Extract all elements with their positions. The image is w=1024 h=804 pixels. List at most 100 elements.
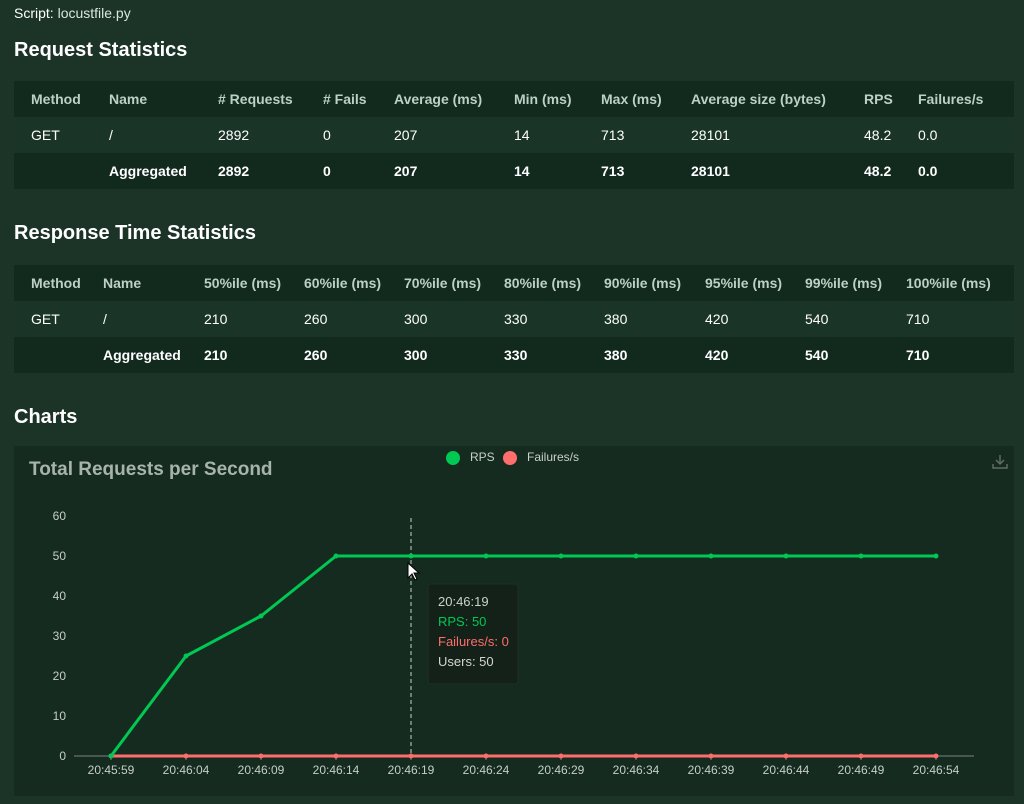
col-header-avg-size[interactable]: Average size (bytes) xyxy=(674,81,847,117)
table-cell xyxy=(14,153,92,189)
col-header-name[interactable]: Name xyxy=(92,81,201,117)
x-tick-label: 20:46:24 xyxy=(463,763,510,777)
x-tick-label: 20:46:09 xyxy=(238,763,285,777)
rps-data-point[interactable] xyxy=(333,553,339,559)
table-cell: 380 xyxy=(604,347,628,363)
legend-item-rps[interactable]: RPS xyxy=(446,450,495,465)
mouse-cursor-icon xyxy=(407,561,421,581)
x-tick-label: 20:46:04 xyxy=(163,763,210,777)
rps-data-point[interactable] xyxy=(633,553,639,559)
request-statistics-header-row: Method Name # Requests # Fails Average (… xyxy=(14,81,1014,117)
rps-data-point[interactable] xyxy=(708,553,714,559)
aggregated-row: Aggregated 210 260 300 330 380 420 540 7… xyxy=(14,337,1014,373)
y-tick-label: 20 xyxy=(53,669,67,683)
x-tick-label: 20:46:44 xyxy=(763,763,810,777)
rps-chart[interactable]: Total Requests per Second RPS Failures/s… xyxy=(14,446,1014,796)
col-header-failures-per-sec[interactable]: Failures/s xyxy=(901,81,1014,117)
table-cell: Aggregated xyxy=(103,347,181,363)
request-statistics-title: Request Statistics xyxy=(14,39,188,61)
failures-data-point[interactable] xyxy=(183,753,189,759)
table-cell: 713 xyxy=(601,163,625,179)
rps-data-point[interactable] xyxy=(783,553,789,559)
rps-data-point[interactable] xyxy=(108,753,114,759)
y-axis: 0 10 20 30 40 50 60 xyxy=(53,509,67,763)
col-header-name[interactable]: Name xyxy=(86,265,187,301)
col-header-min[interactable]: Min (ms) xyxy=(497,81,584,117)
rps-data-point[interactable] xyxy=(183,653,189,659)
y-tick-label: 30 xyxy=(53,629,67,643)
chart-title: Total Requests per Second xyxy=(29,459,273,480)
col-header-method[interactable]: Method xyxy=(14,265,86,301)
col-header-requests[interactable]: # Requests xyxy=(201,81,306,117)
failures-data-point[interactable] xyxy=(633,753,639,759)
table-cell: 2892 xyxy=(201,117,306,153)
legend-failures-marker xyxy=(503,451,517,465)
col-header-p90[interactable]: 90%ile (ms) xyxy=(587,265,688,301)
rps-series-line xyxy=(109,554,936,757)
rps-data-point[interactable] xyxy=(933,553,939,559)
rps-data-point[interactable] xyxy=(483,553,489,559)
y-tick-label: 10 xyxy=(53,709,67,723)
script-filename: locustfile.py xyxy=(57,5,131,21)
col-header-p70[interactable]: 70%ile (ms) xyxy=(387,265,487,301)
col-header-p60[interactable]: 60%ile (ms) xyxy=(287,265,387,301)
legend-rps-label: RPS xyxy=(470,450,495,464)
rps-data-point[interactable] xyxy=(558,553,564,559)
col-header-fails[interactable]: # Fails xyxy=(306,81,377,117)
table-cell: 0.0 xyxy=(918,163,938,179)
table-cell: 710 xyxy=(906,347,930,363)
failures-data-point[interactable] xyxy=(483,753,489,759)
table-cell: 300 xyxy=(404,347,428,363)
legend-item-failures[interactable]: Failures/s xyxy=(503,450,579,465)
table-cell: 540 xyxy=(805,347,829,363)
rps-data-point[interactable] xyxy=(258,613,264,619)
table-cell: / xyxy=(86,301,187,337)
table-cell: 330 xyxy=(504,347,528,363)
response-time-statistics-title: Response Time Statistics xyxy=(14,222,256,244)
failures-data-point[interactable] xyxy=(558,753,564,759)
table-cell: 420 xyxy=(705,347,729,363)
failures-data-point[interactable] xyxy=(858,753,864,759)
col-header-method[interactable]: Method xyxy=(14,81,92,117)
table-cell: 14 xyxy=(497,117,584,153)
x-axis: 20:45:59 20:46:04 20:46:09 20:46:14 20:46:19… xyxy=(88,756,960,777)
col-header-p80[interactable]: 80%ile (ms) xyxy=(487,265,587,301)
chart-legend: RPS Failures/s xyxy=(446,450,579,465)
table-cell: 14 xyxy=(514,163,530,179)
failures-data-point[interactable] xyxy=(333,753,339,759)
rps-data-point[interactable] xyxy=(408,553,414,559)
table-cell: 420 xyxy=(688,301,788,337)
table-cell: 260 xyxy=(287,301,387,337)
col-header-p95[interactable]: 95%ile (ms) xyxy=(688,265,788,301)
failures-data-point[interactable] xyxy=(933,753,939,759)
col-header-rps[interactable]: RPS xyxy=(847,81,901,117)
table-cell: 48.2 xyxy=(847,117,901,153)
request-statistics-panel: Method Name # Requests # Fails Average (… xyxy=(14,81,1014,189)
table-cell: 28101 xyxy=(691,163,730,179)
x-tick-label: 20:45:59 xyxy=(88,763,135,777)
tooltip-rps: RPS: 50 xyxy=(438,614,486,629)
y-tick-label: 50 xyxy=(53,549,67,563)
col-header-p100[interactable]: 100%ile (ms) xyxy=(889,265,1014,301)
col-header-average[interactable]: Average (ms) xyxy=(377,81,497,117)
table-row: GET / 2892 0 207 14 713 28101 48.2 0.0 xyxy=(14,117,1014,153)
table-cell: / xyxy=(92,117,201,153)
table-cell xyxy=(14,337,86,373)
col-header-max[interactable]: Max (ms) xyxy=(584,81,674,117)
col-header-p99[interactable]: 99%ile (ms) xyxy=(788,265,889,301)
y-tick-label: 60 xyxy=(53,509,67,523)
rps-data-point[interactable] xyxy=(858,553,864,559)
failures-data-point[interactable] xyxy=(408,753,414,759)
download-icon[interactable] xyxy=(992,455,1008,469)
chart-series xyxy=(108,553,939,759)
table-cell: 0.0 xyxy=(901,117,1014,153)
table-cell: 48.2 xyxy=(864,163,892,179)
failures-data-point[interactable] xyxy=(258,753,264,759)
table-cell: 210 xyxy=(187,301,287,337)
rps-chart-panel: Total Requests per Second RPS Failures/s… xyxy=(14,446,1014,796)
failures-data-point[interactable] xyxy=(783,753,789,759)
x-tick-label: 20:46:54 xyxy=(913,763,960,777)
x-tick-label: 20:46:39 xyxy=(688,763,735,777)
col-header-p50[interactable]: 50%ile (ms) xyxy=(187,265,287,301)
failures-data-point[interactable] xyxy=(708,753,714,759)
